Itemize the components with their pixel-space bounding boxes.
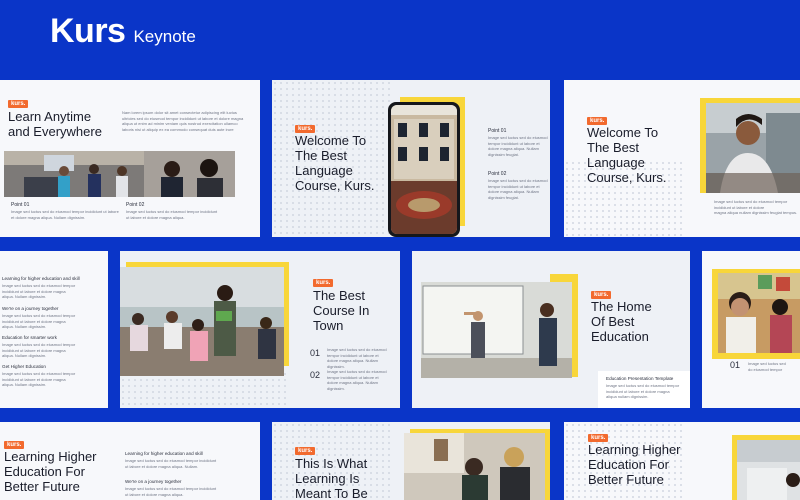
slide-body: Image sed luctus sed do eiusmod tempor i… [714, 199, 798, 216]
student-photo [706, 103, 800, 193]
slide-body: Nam lorem ipsum dolor sit amet consectet… [122, 110, 244, 132]
slide-title: The Home Of Best Education [591, 299, 652, 345]
point-02-number: 02 [310, 370, 321, 380]
point-02-text: Image sed luctus sed do eiusmod tempor i… [488, 178, 548, 200]
point-01-text: Image sed luctus sed do eiusmod tempor [748, 361, 786, 372]
kurs-tag: kurs. [295, 447, 316, 455]
item-2-text: Image sed luctus sed do eiusmod tempor i… [125, 486, 217, 497]
kurs-tag: kurs. [8, 100, 29, 108]
slide-learn-anytime[interactable]: kurs. Learn Anytime and Everywhere Nam l… [0, 80, 260, 237]
slide-student-portrait[interactable]: 01 Image sed luctus sed do eiusmod tempo… [702, 251, 800, 408]
brand-header: Kurs Keynote [50, 12, 196, 51]
brand-subtitle: Keynote [133, 27, 196, 46]
item-1-label: Learning for higher education and skill [125, 451, 203, 456]
footer-text: Image sed luctus sed do eiusmod tempor i… [606, 383, 680, 400]
slide-welcome-student[interactable]: kurs. Welcome To The Best Language Cours… [564, 80, 800, 237]
list-item-label: Education for smarter work [2, 335, 57, 340]
list-item-label: Learning for higher education and skill [2, 276, 80, 281]
classroom-photo [737, 440, 800, 500]
brand-name: Kurs [50, 12, 126, 50]
slide-best-course[interactable]: kurs. The Best Course In Town 01 Image s… [120, 251, 400, 408]
point-01-label: Point 01 [11, 202, 30, 208]
classroom-photo [4, 151, 235, 197]
item-1-text: Image sed luctus sed do eiusmod tempor i… [125, 458, 217, 469]
point-02-text: Image sed luctus sed do eiusmod tempor i… [126, 209, 218, 220]
point-02-label: Point 02 [488, 171, 507, 177]
point-01-number: 01 [310, 348, 321, 358]
point-01-text: Image sed luctus sed do eiusmod tempor i… [11, 209, 119, 220]
slide-learning-higher[interactable]: kurs. Learning Higher Education For Bett… [564, 422, 800, 500]
slide-title: The Best Course In Town [313, 288, 370, 334]
kurs-tag: kurs. [588, 434, 609, 442]
classroom-photo [120, 267, 284, 376]
kurs-tag: kurs. [313, 279, 334, 287]
kurs-tag: kurs. [295, 125, 316, 133]
point-01-label: Point 01 [488, 128, 507, 134]
slide-title: Learning Higher Education For Better Fut… [4, 449, 97, 495]
slide-home-of-education[interactable]: kurs. The Home Of Best Education Educati… [412, 251, 690, 408]
whiteboard-photo [421, 282, 572, 378]
slide-title: Learn Anytime and Everywhere [8, 109, 102, 140]
footer-label: Education Presentation Template [606, 376, 674, 381]
kurs-tag: kurs. [4, 441, 25, 449]
list-item-text: Image sed luctus sed do eiusmod tempor i… [2, 283, 76, 300]
list-item-label: We're on a journey together [2, 306, 59, 311]
kurs-tag: kurs. [591, 291, 612, 299]
slide-title: Learning Higher Education For Better Fut… [588, 442, 681, 488]
list-item-text: Image sed luctus sed do eiusmod tempor i… [2, 342, 76, 359]
students-photo [718, 273, 800, 353]
slide-title: This Is What Learning Is Meant To Be [295, 456, 368, 500]
slide-learning-higher-list[interactable]: kurs. Learning Higher Education For Bett… [0, 422, 260, 500]
studying-photo [404, 433, 545, 500]
dot-pattern [120, 371, 290, 408]
point-01-text: Image sed luctus sed do eiusmod tempor i… [327, 347, 387, 369]
point-02-label: Point 02 [126, 202, 145, 208]
slide-title: Welcome To The Best Language Course, Kur… [587, 125, 667, 186]
list-item-text: Image sed luctus sed do eiusmod tempor i… [2, 313, 76, 330]
slide-learning-list[interactable]: Learning for higher education and skill … [0, 251, 108, 408]
list-item-label: Get Higher Education [2, 364, 46, 369]
point-02-text: Image sed luctus sed do eiusmod tempor i… [327, 369, 387, 391]
phone-mockup [388, 102, 460, 237]
point-01-text: Image sed luctus sed do eiusmod tempor i… [488, 135, 548, 157]
point-01-number: 01 [730, 360, 741, 370]
slide-welcome-phone[interactable]: kurs. Welcome To The Best Language Cours… [272, 80, 550, 237]
item-2-label: We're on a journey together [125, 479, 182, 484]
list-item-text: Image sed luctus sed do eiusmod tempor i… [2, 371, 76, 388]
kurs-tag: kurs. [587, 117, 608, 125]
slide-what-learning-is[interactable]: kurs. This Is What Learning Is Meant To … [272, 422, 550, 500]
slide-title: Welcome To The Best Language Course, Kur… [295, 133, 375, 194]
